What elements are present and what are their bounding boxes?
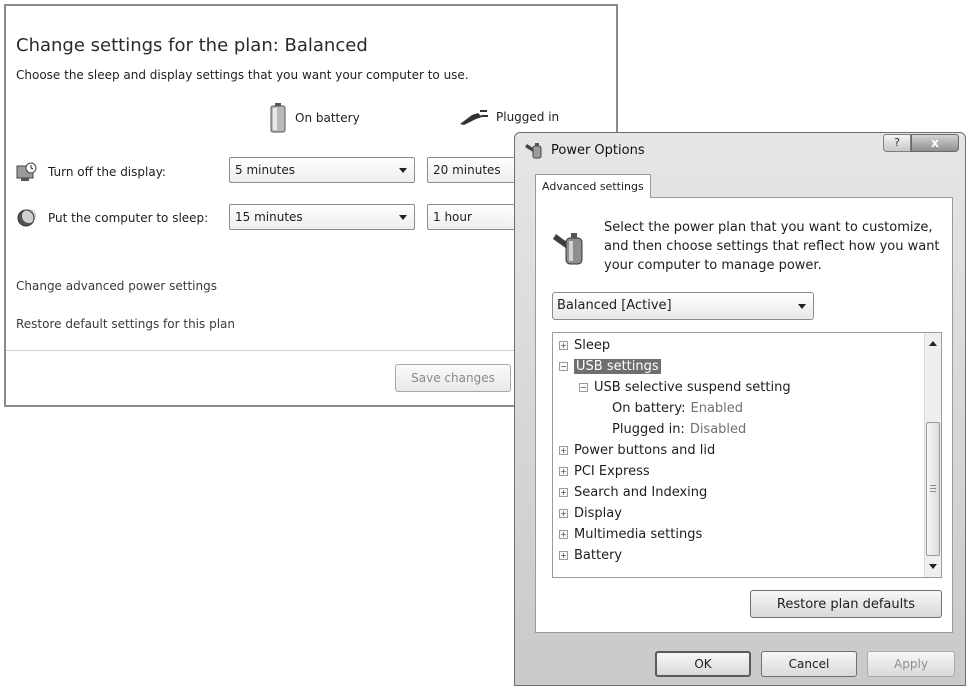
tree-item-plugged-in[interactable]: Plugged in: Disabled [612, 419, 746, 439]
dialog-titlebar[interactable]: Power Options ? x [515, 133, 965, 163]
settings-tree[interactable]: + Sleep − USB settings − USB selective s… [552, 332, 942, 578]
tree-item-display[interactable]: + Display [559, 503, 622, 523]
scroll-down-arrow-icon[interactable] [929, 564, 937, 569]
power-plan-icon [553, 233, 583, 265]
tab-advanced-settings[interactable]: Advanced settings [535, 174, 651, 198]
tree-setting-label: On battery: [612, 400, 686, 416]
column-header-on-battery: On battery [269, 103, 360, 133]
dropdown-value: 15 minutes [235, 210, 303, 224]
power-plug-icon [460, 110, 488, 125]
expand-icon[interactable]: + [559, 508, 568, 518]
collapse-icon[interactable]: − [559, 361, 568, 371]
display-setting-label: Turn off the display: [48, 165, 166, 179]
scroll-up-arrow-icon[interactable] [929, 341, 937, 346]
expand-icon[interactable]: + [559, 529, 568, 539]
monitor-clock-icon [16, 162, 37, 181]
tree-item-multimedia[interactable]: + Multimedia settings [559, 524, 702, 544]
dialog-title: Power Options [551, 143, 645, 158]
column-label-on-battery: On battery [295, 111, 360, 125]
collapse-icon[interactable]: − [579, 382, 588, 392]
sleep-setting-row: Put the computer to sleep: [16, 208, 240, 228]
sleep-setting-label: Put the computer to sleep: [48, 211, 209, 225]
column-label-plugged-in: Plugged in [496, 110, 560, 124]
dropdown-value: 20 minutes [433, 163, 501, 177]
tree-item-label: Display [574, 505, 622, 521]
moon-sleep-icon [17, 209, 36, 227]
tree-item-label: Battery [574, 547, 623, 563]
power-plan-select[interactable]: Balanced [Active] [552, 292, 814, 320]
tree-setting-value[interactable]: Enabled [691, 401, 744, 416]
expand-icon[interactable]: + [559, 466, 568, 476]
tree-item-usb-selective-suspend[interactable]: − USB selective suspend setting [579, 377, 791, 397]
expand-icon[interactable]: + [559, 487, 568, 497]
chevron-down-icon [399, 215, 407, 220]
tree-item-pci-express[interactable]: + PCI Express [559, 461, 650, 481]
tree-item-label: Search and Indexing [574, 484, 708, 500]
power-options-dialog: Power Options ? x Advanced settings Sele… [514, 132, 966, 686]
apply-button[interactable]: Apply [867, 651, 955, 677]
page-title: Change settings for the plan: Balanced [16, 35, 368, 56]
dropdown-value: 5 minutes [235, 163, 296, 177]
scrollbar-thumb[interactable] [926, 422, 940, 556]
tree-item-usb-settings[interactable]: − USB settings [559, 356, 661, 376]
tree-setting-label: Plugged in: [612, 421, 685, 437]
help-button[interactable]: ? [883, 134, 911, 152]
save-changes-button[interactable]: Save changes [395, 364, 511, 392]
advanced-settings-panel: Select the power plan that you want to c… [535, 197, 953, 633]
tree-item-label: Multimedia settings [574, 526, 703, 542]
display-on-battery-dropdown[interactable]: 5 minutes [229, 157, 415, 183]
expand-icon[interactable]: + [559, 445, 568, 455]
ok-button[interactable]: OK [655, 651, 751, 677]
tree-item-sleep[interactable]: + Sleep [559, 335, 610, 355]
tree-item-on-battery[interactable]: On battery: Enabled [612, 398, 743, 418]
battery-icon [270, 103, 286, 133]
column-header-plugged-in: Plugged in [458, 108, 559, 126]
tree-item-search-indexing[interactable]: + Search and Indexing [559, 482, 707, 502]
tree-item-label: USB selective suspend setting [594, 379, 791, 395]
display-setting-row: Turn off the display: [16, 162, 240, 182]
expand-icon[interactable]: + [559, 340, 568, 350]
sleep-on-battery-dropdown[interactable]: 15 minutes [229, 204, 415, 230]
expand-icon[interactable]: + [559, 550, 568, 560]
grip-icon [930, 485, 936, 492]
restore-plan-defaults-button[interactable]: Restore plan defaults [750, 590, 942, 618]
page-subtitle: Choose the sleep and display settings th… [16, 68, 469, 82]
tree-item-label-selected: USB settings [574, 358, 661, 374]
panel-description: Select the power plan that you want to c… [604, 220, 940, 273]
restore-defaults-link[interactable]: Restore default settings for this plan [16, 317, 235, 331]
tree-item-battery[interactable]: + Battery [559, 545, 622, 565]
chevron-down-icon [798, 304, 806, 309]
tree-item-power-buttons[interactable]: + Power buttons and lid [559, 440, 715, 460]
dropdown-value: 1 hour [433, 210, 472, 224]
tree-item-label: Power buttons and lid [574, 442, 716, 458]
change-advanced-settings-link[interactable]: Change advanced power settings [16, 279, 217, 293]
plan-select-value: Balanced [Active] [557, 298, 672, 313]
tree-item-label: Sleep [574, 337, 611, 353]
power-options-icon [525, 143, 542, 159]
cancel-button[interactable]: Cancel [761, 651, 857, 677]
vertical-scrollbar[interactable] [924, 333, 941, 577]
chevron-down-icon [399, 168, 407, 173]
tree-item-label: PCI Express [574, 463, 650, 479]
close-button[interactable]: x [911, 134, 959, 152]
tree-setting-value[interactable]: Disabled [690, 422, 746, 437]
